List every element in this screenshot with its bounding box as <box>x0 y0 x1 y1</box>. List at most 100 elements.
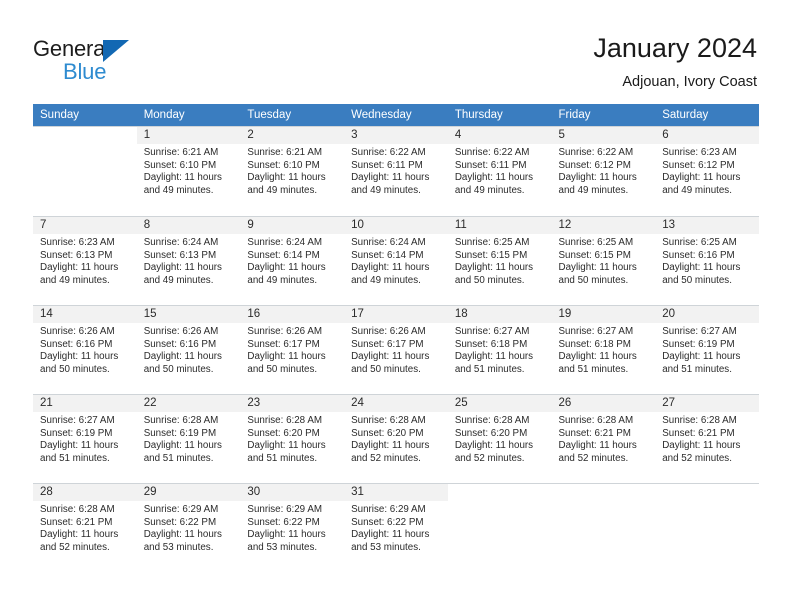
calendar-week-row: 1 Sunrise: 6:21 AM Sunset: 6:10 PM Daylight… <box>33 126 759 216</box>
day-cell[interactable]: 3 Sunrise: 6:22 AM Sunset: 6:11 PM Daylight… <box>344 126 448 215</box>
general-blue-logo[interactable]: General Blue <box>33 36 163 84</box>
weekday-header-tuesday: Tuesday <box>240 104 345 126</box>
empty-day-cell <box>33 126 137 216</box>
day-number: 2 <box>240 127 345 144</box>
empty-day-cell <box>447 483 552 573</box>
day-cell[interactable]: 29 Sunrise: 6:29 AM Sunset: 6:22 PM Dayligh… <box>136 483 241 572</box>
day-details: Sunrise: 6:27 AM Sunset: 6:19 PM Daylight:… <box>33 412 137 465</box>
calendar-cell-day-17: 17 Sunrise: 6:26 AM Sunset: 6:17 PM Dayligh… <box>344 305 448 394</box>
calendar-week-row: 7 Sunrise: 6:23 AM Sunset: 6:13 PM Daylight… <box>33 216 759 305</box>
day-cell[interactable]: 15 Sunrise: 6:26 AM Sunset: 6:16 PM Dayligh… <box>136 305 241 394</box>
day-cell[interactable]: 24 Sunrise: 6:28 AM Sunset: 6:20 PM Dayligh… <box>344 394 448 483</box>
day-details: Sunrise: 6:22 AM Sunset: 6:11 PM Daylight:… <box>448 144 552 197</box>
day-cell[interactable]: 7 Sunrise: 6:23 AM Sunset: 6:13 PM Daylight… <box>33 216 137 305</box>
sunset-time: Sunset: 6:21 PM <box>662 427 735 439</box>
day-cell[interactable]: 19 Sunrise: 6:27 AM Sunset: 6:18 PM Dayligh… <box>551 305 656 394</box>
daylight-duration-line1: Daylight: 11 hours <box>662 172 741 184</box>
day-cell[interactable]: 10 Sunrise: 6:24 AM Sunset: 6:14 PM Dayligh… <box>344 216 448 305</box>
day-cell[interactable]: 8 Sunrise: 6:24 AM Sunset: 6:13 PM Daylight… <box>136 216 241 305</box>
day-cell[interactable]: 28 Sunrise: 6:28 AM Sunset: 6:21 PM Dayligh… <box>33 483 137 572</box>
calendar-cell-day-6: 6 Sunrise: 6:23 AM Sunset: 6:12 PM Daylight… <box>655 126 759 216</box>
day-details: Sunrise: 6:22 AM Sunset: 6:11 PM Daylight:… <box>344 144 448 197</box>
sunrise-time: Sunrise: 6:27 AM <box>454 326 530 337</box>
day-number: 21 <box>33 395 137 412</box>
sunrise-time: Sunrise: 6:27 AM <box>40 415 115 426</box>
day-details: Sunrise: 6:21 AM Sunset: 6:10 PM Daylight:… <box>137 144 241 197</box>
sunrise-time: Sunrise: 6:29 AM <box>143 504 219 515</box>
daylight-duration-line1: Daylight: 11 hours <box>351 440 430 452</box>
daylight-duration-line2: and 52 minutes. <box>351 452 421 464</box>
day-cell[interactable]: 6 Sunrise: 6:23 AM Sunset: 6:12 PM Daylight… <box>655 126 759 215</box>
day-cell[interactable]: 26 Sunrise: 6:28 AM Sunset: 6:21 PM Dayligh… <box>551 394 656 483</box>
day-cell[interactable]: 14 Sunrise: 6:26 AM Sunset: 6:16 PM Dayligh… <box>33 305 137 394</box>
daylight-duration-line2: and 51 minutes. <box>247 452 318 464</box>
weekday-header-monday: Monday <box>136 104 241 126</box>
day-cell[interactable]: 17 Sunrise: 6:26 AM Sunset: 6:17 PM Dayligh… <box>344 305 448 394</box>
day-cell[interactable]: 21 Sunrise: 6:27 AM Sunset: 6:19 PM Dayligh… <box>33 394 137 483</box>
calendar-cell-day-4: 4 Sunrise: 6:22 AM Sunset: 6:11 PM Daylight… <box>447 126 552 216</box>
sunset-time: Sunset: 6:21 PM <box>40 516 113 528</box>
sunrise-time: Sunrise: 6:28 AM <box>558 415 634 426</box>
day-cell[interactable]: 27 Sunrise: 6:28 AM Sunset: 6:21 PM Dayligh… <box>655 394 759 483</box>
daylight-duration-line2: and 51 minutes. <box>454 363 525 375</box>
day-cell[interactable]: 9 Sunrise: 6:24 AM Sunset: 6:14 PM Daylight… <box>240 216 345 305</box>
daylight-duration-line1: Daylight: 11 hours <box>247 529 326 541</box>
day-details: Sunrise: 6:28 AM Sunset: 6:19 PM Daylight:… <box>137 412 241 465</box>
day-cell[interactable]: 2 Sunrise: 6:21 AM Sunset: 6:10 PM Daylight… <box>240 126 345 215</box>
sunset-time: Sunset: 6:10 PM <box>143 159 217 171</box>
day-details: Sunrise: 6:28 AM Sunset: 6:20 PM Daylight:… <box>448 412 552 465</box>
daylight-duration-line2: and 52 minutes. <box>558 452 629 464</box>
day-details: Sunrise: 6:26 AM Sunset: 6:17 PM Daylight:… <box>344 323 448 376</box>
day-cell[interactable]: 5 Sunrise: 6:22 AM Sunset: 6:12 PM Daylight… <box>551 126 656 215</box>
day-cell[interactable]: 13 Sunrise: 6:25 AM Sunset: 6:16 PM Dayligh… <box>655 216 759 305</box>
calendar-grid: Sunday Monday Tuesday Wednesday Thursday Frid… <box>33 104 759 573</box>
sunset-time: Sunset: 6:18 PM <box>558 338 631 350</box>
day-cell[interactable]: 4 Sunrise: 6:22 AM Sunset: 6:11 PM Daylight… <box>447 126 552 215</box>
day-number: 23 <box>240 395 345 412</box>
day-details: Sunrise: 6:28 AM Sunset: 6:21 PM Daylight:… <box>655 412 759 465</box>
sunset-time: Sunset: 6:19 PM <box>40 427 113 439</box>
page-header: General Blue January 2024 Adjouan, Ivory… <box>0 0 792 100</box>
sunset-time: Sunset: 6:22 PM <box>247 516 320 528</box>
daylight-duration-line1: Daylight: 11 hours <box>247 172 326 184</box>
daylight-duration-line2: and 52 minutes. <box>454 452 525 464</box>
day-cell[interactable]: 22 Sunrise: 6:28 AM Sunset: 6:19 PM Dayligh… <box>136 394 241 483</box>
day-cell[interactable]: 20 Sunrise: 6:27 AM Sunset: 6:19 PM Dayligh… <box>655 305 759 394</box>
sunset-time: Sunset: 6:22 PM <box>351 516 424 528</box>
daylight-duration-line2: and 50 minutes. <box>247 363 318 375</box>
day-details: Sunrise: 6:27 AM Sunset: 6:18 PM Daylight:… <box>552 323 656 376</box>
calendar-week-row: 28 Sunrise: 6:28 AM Sunset: 6:21 PM Dayligh… <box>33 483 759 573</box>
day-number: 7 <box>33 217 137 234</box>
daylight-duration-line1: Daylight: 11 hours <box>351 529 430 541</box>
day-details: Sunrise: 6:22 AM Sunset: 6:12 PM Daylight:… <box>552 144 656 197</box>
sunrise-time: Sunrise: 6:22 AM <box>351 147 426 158</box>
day-number: 4 <box>447 127 552 144</box>
sunset-time: Sunset: 6:15 PM <box>558 249 631 261</box>
sunrise-time: Sunrise: 6:28 AM <box>247 415 323 426</box>
sunrise-time: Sunrise: 6:28 AM <box>454 415 530 426</box>
day-cell[interactable]: 23 Sunrise: 6:28 AM Sunset: 6:20 PM Dayligh… <box>240 394 345 483</box>
day-cell[interactable]: 12 Sunrise: 6:25 AM Sunset: 6:15 PM Dayligh… <box>551 216 656 305</box>
calendar-cell-day-19: 19 Sunrise: 6:27 AM Sunset: 6:18 PM Dayligh… <box>551 305 656 394</box>
day-number: 19 <box>551 306 656 323</box>
daylight-duration-line2: and 49 minutes. <box>351 274 421 286</box>
daylight-duration-line1: Daylight: 11 hours <box>351 262 430 274</box>
daylight-duration-line2: and 49 minutes. <box>247 274 318 286</box>
day-details: Sunrise: 6:24 AM Sunset: 6:14 PM Daylight:… <box>240 234 344 287</box>
daylight-duration-line1: Daylight: 11 hours <box>143 440 222 452</box>
day-cell[interactable]: 1 Sunrise: 6:21 AM Sunset: 6:10 PM Daylight… <box>136 126 241 215</box>
day-cell[interactable]: 31 Sunrise: 6:29 AM Sunset: 6:22 PM Dayligh… <box>344 483 448 572</box>
page-subtitle: Adjouan, Ivory Coast <box>622 74 757 90</box>
day-cell[interactable]: 25 Sunrise: 6:28 AM Sunset: 6:20 PM Dayligh… <box>447 394 552 483</box>
day-cell[interactable]: 11 Sunrise: 6:25 AM Sunset: 6:15 PM Dayligh… <box>447 216 552 305</box>
daylight-duration-line2: and 50 minutes. <box>351 363 421 375</box>
day-number: 30 <box>240 484 345 501</box>
day-cell[interactable]: 16 Sunrise: 6:26 AM Sunset: 6:17 PM Dayligh… <box>240 305 345 394</box>
calendar-cell-day-30: 30 Sunrise: 6:29 AM Sunset: 6:22 PM Dayligh… <box>240 483 345 573</box>
day-cell[interactable]: 18 Sunrise: 6:27 AM Sunset: 6:18 PM Dayligh… <box>447 305 552 394</box>
logo-text-blue: Blue <box>63 59 107 84</box>
sunset-time: Sunset: 6:16 PM <box>40 338 113 350</box>
sunrise-time: Sunrise: 6:28 AM <box>351 415 426 426</box>
day-cell[interactable]: 30 Sunrise: 6:29 AM Sunset: 6:22 PM Dayligh… <box>240 483 345 572</box>
daylight-duration-line2: and 49 minutes. <box>351 184 421 196</box>
